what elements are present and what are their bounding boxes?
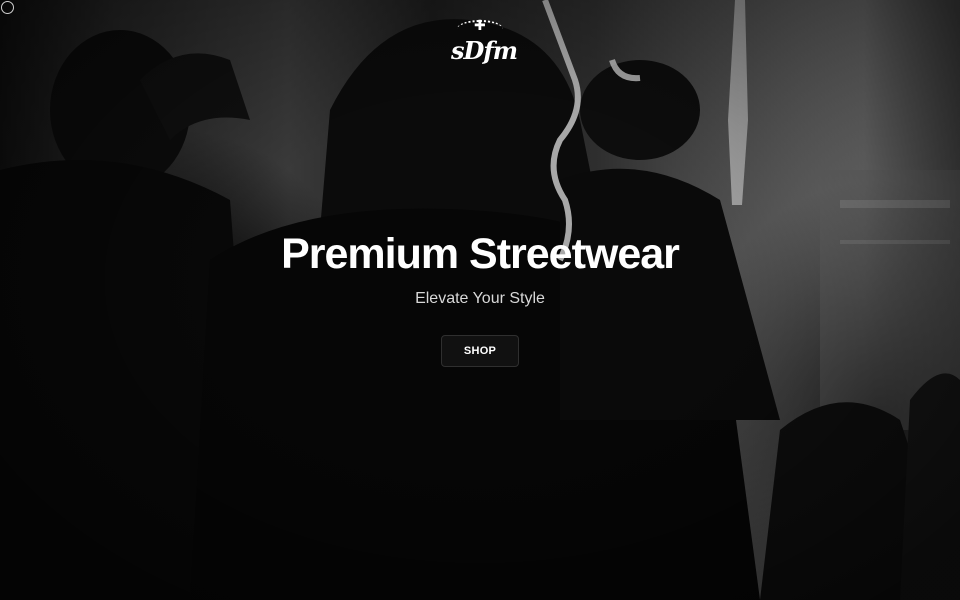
shop-button[interactable]: SHOP	[441, 335, 519, 367]
brand-logo[interactable]: ✚ sDfm	[445, 17, 518, 70]
cross-icon: ✚	[474, 17, 486, 33]
circle-icon[interactable]	[1, 1, 14, 14]
logo-text: sDfm	[451, 36, 518, 65]
hero-title: Premium Streetwear	[281, 230, 680, 278]
hero-subtitle: Elevate Your Style	[415, 290, 545, 307]
